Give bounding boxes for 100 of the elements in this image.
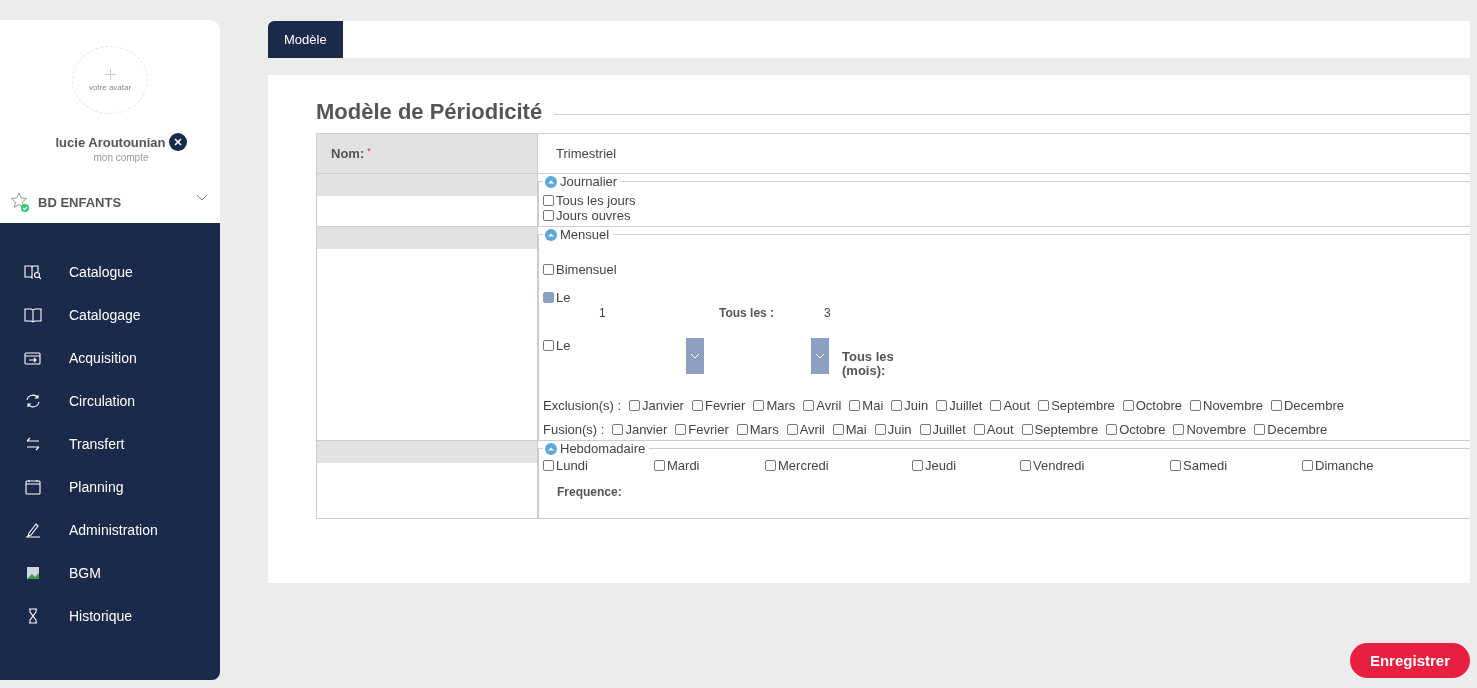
collapse-toggle-icon[interactable] xyxy=(545,228,557,241)
checkbox[interactable] xyxy=(753,400,765,411)
checkbox[interactable] xyxy=(765,460,776,471)
checkbox[interactable] xyxy=(1254,424,1266,435)
book-icon[interactable] xyxy=(24,306,42,323)
checkbox-label: Mercredi xyxy=(778,458,829,473)
checkbox-label: Octobre xyxy=(1119,422,1166,437)
field-label: Tous les (mois): xyxy=(842,350,895,378)
checkbox[interactable] xyxy=(654,460,665,471)
pen-icon[interactable] xyxy=(24,521,42,538)
arrows-swap-icon[interactable] xyxy=(24,435,42,452)
field-label: Nom: xyxy=(331,146,365,161)
nav-item[interactable]: Acquisition xyxy=(69,349,137,366)
checkbox-label: Jeudi xyxy=(925,458,957,473)
checkbox-label: Le xyxy=(556,338,571,353)
checkbox[interactable] xyxy=(612,424,624,435)
checkbox[interactable] xyxy=(1173,424,1185,435)
checkbox-label: Mardi xyxy=(667,458,700,473)
checkbox[interactable] xyxy=(832,424,844,435)
checkbox[interactable] xyxy=(1302,460,1313,471)
checkbox[interactable] xyxy=(543,460,554,471)
checkbox-label: Janvier xyxy=(625,422,668,437)
checkbox[interactable] xyxy=(1106,424,1118,435)
checkbox-label: Decembre xyxy=(1267,422,1328,437)
checkbox-label: Tous les jours xyxy=(556,193,636,208)
checkbox[interactable] xyxy=(912,460,923,471)
checkbox-label: Janvier xyxy=(642,398,684,413)
nav-item[interactable]: Transfert xyxy=(69,435,125,452)
nav-item[interactable]: Catalogage xyxy=(69,306,141,323)
checkbox-label: Septembre xyxy=(1034,422,1099,437)
checkbox[interactable] xyxy=(736,424,748,435)
close-icon[interactable] xyxy=(168,133,187,151)
checkbox-label: Juin xyxy=(887,422,912,437)
chevron-down-icon xyxy=(690,353,700,359)
checkbox[interactable] xyxy=(990,400,1002,411)
checkbox-label: Jours ouvres xyxy=(556,208,631,223)
checkbox-label: Decembre xyxy=(1283,398,1344,413)
nav-item[interactable]: Circulation xyxy=(69,392,136,409)
nav-item[interactable]: Historique xyxy=(69,607,133,624)
name-value: Trimestriel xyxy=(556,146,617,161)
checkbox-label: Avril xyxy=(799,422,825,437)
checkbox[interactable] xyxy=(629,400,641,411)
checkbox[interactable] xyxy=(1021,424,1033,435)
checkbox[interactable] xyxy=(919,424,931,435)
calendar-icon[interactable] xyxy=(24,478,42,495)
user-name: lucie Aroutounian xyxy=(55,134,166,150)
checkbox-label: Octobre xyxy=(1135,398,1182,413)
save-button[interactable]: Enregistrer xyxy=(1349,643,1470,678)
checkbox[interactable] xyxy=(786,424,798,435)
checkbox-label: Lundi xyxy=(556,458,588,473)
collapse-toggle-icon[interactable] xyxy=(545,442,557,455)
star-check-icon xyxy=(10,191,32,213)
nav-item[interactable]: Planning xyxy=(69,478,124,495)
field-label: Fusion(s) : xyxy=(543,422,605,437)
checkbox-label: Septembre xyxy=(1051,398,1115,413)
checkbox[interactable] xyxy=(691,400,703,411)
chevron-down-icon[interactable] xyxy=(196,194,208,202)
checkbox-label: Vendredi xyxy=(1033,458,1085,473)
checkbox[interactable] xyxy=(1038,400,1050,411)
checkbox-label: Dimanche xyxy=(1315,458,1374,473)
checkbox[interactable] xyxy=(1270,400,1282,411)
checkbox-label: Juillet xyxy=(949,398,983,413)
checkbox[interactable] xyxy=(849,400,861,411)
checkbox-label: Mars xyxy=(766,398,796,413)
checkbox-label: Avril xyxy=(816,398,842,413)
checkbox[interactable] xyxy=(803,400,815,411)
checkbox[interactable] xyxy=(675,424,687,435)
nav-item[interactable]: Administration xyxy=(69,521,158,538)
checkbox[interactable] xyxy=(1170,460,1181,471)
checkbox-label: Samedi xyxy=(1183,458,1228,473)
checkbox[interactable] xyxy=(891,400,903,411)
checkbox[interactable] xyxy=(874,424,886,435)
checkbox[interactable] xyxy=(1020,460,1031,471)
library-name[interactable]: BD ENFANTS xyxy=(38,194,196,210)
month-interval-value: 3 xyxy=(824,306,831,320)
refresh-icon[interactable] xyxy=(24,392,42,409)
checkbox[interactable] xyxy=(1190,400,1201,411)
checkbox[interactable] xyxy=(543,195,554,206)
checkbox[interactable] xyxy=(543,264,554,275)
checkbox-label: Bimensuel xyxy=(556,262,617,277)
section-legend: Hebdomadaire xyxy=(560,441,646,456)
checkbox-label: Fevrier xyxy=(704,398,746,413)
checkbox[interactable] xyxy=(543,210,554,221)
form-title: Modèle de Périodicité xyxy=(316,99,543,125)
checkbox[interactable] xyxy=(543,292,554,303)
book-search-icon[interactable] xyxy=(24,263,42,280)
checkbox[interactable] xyxy=(936,400,948,411)
checkbox[interactable] xyxy=(1122,400,1134,411)
checkbox[interactable] xyxy=(543,340,554,351)
checkbox-label: Mai xyxy=(862,398,884,413)
nav-item[interactable]: BGM xyxy=(69,564,101,581)
collapse-toggle-icon[interactable] xyxy=(545,175,557,188)
image-icon[interactable] xyxy=(24,564,42,581)
checkbox[interactable] xyxy=(973,424,985,435)
tab[interactable]: Modèle xyxy=(268,21,343,58)
checkbox-label: Novembre xyxy=(1186,422,1247,437)
nav-item[interactable]: Catalogue xyxy=(69,263,133,280)
checkbox-label: Juin xyxy=(904,398,929,413)
chevron-down-icon xyxy=(815,353,825,359)
section-legend: Journalier xyxy=(560,174,618,189)
